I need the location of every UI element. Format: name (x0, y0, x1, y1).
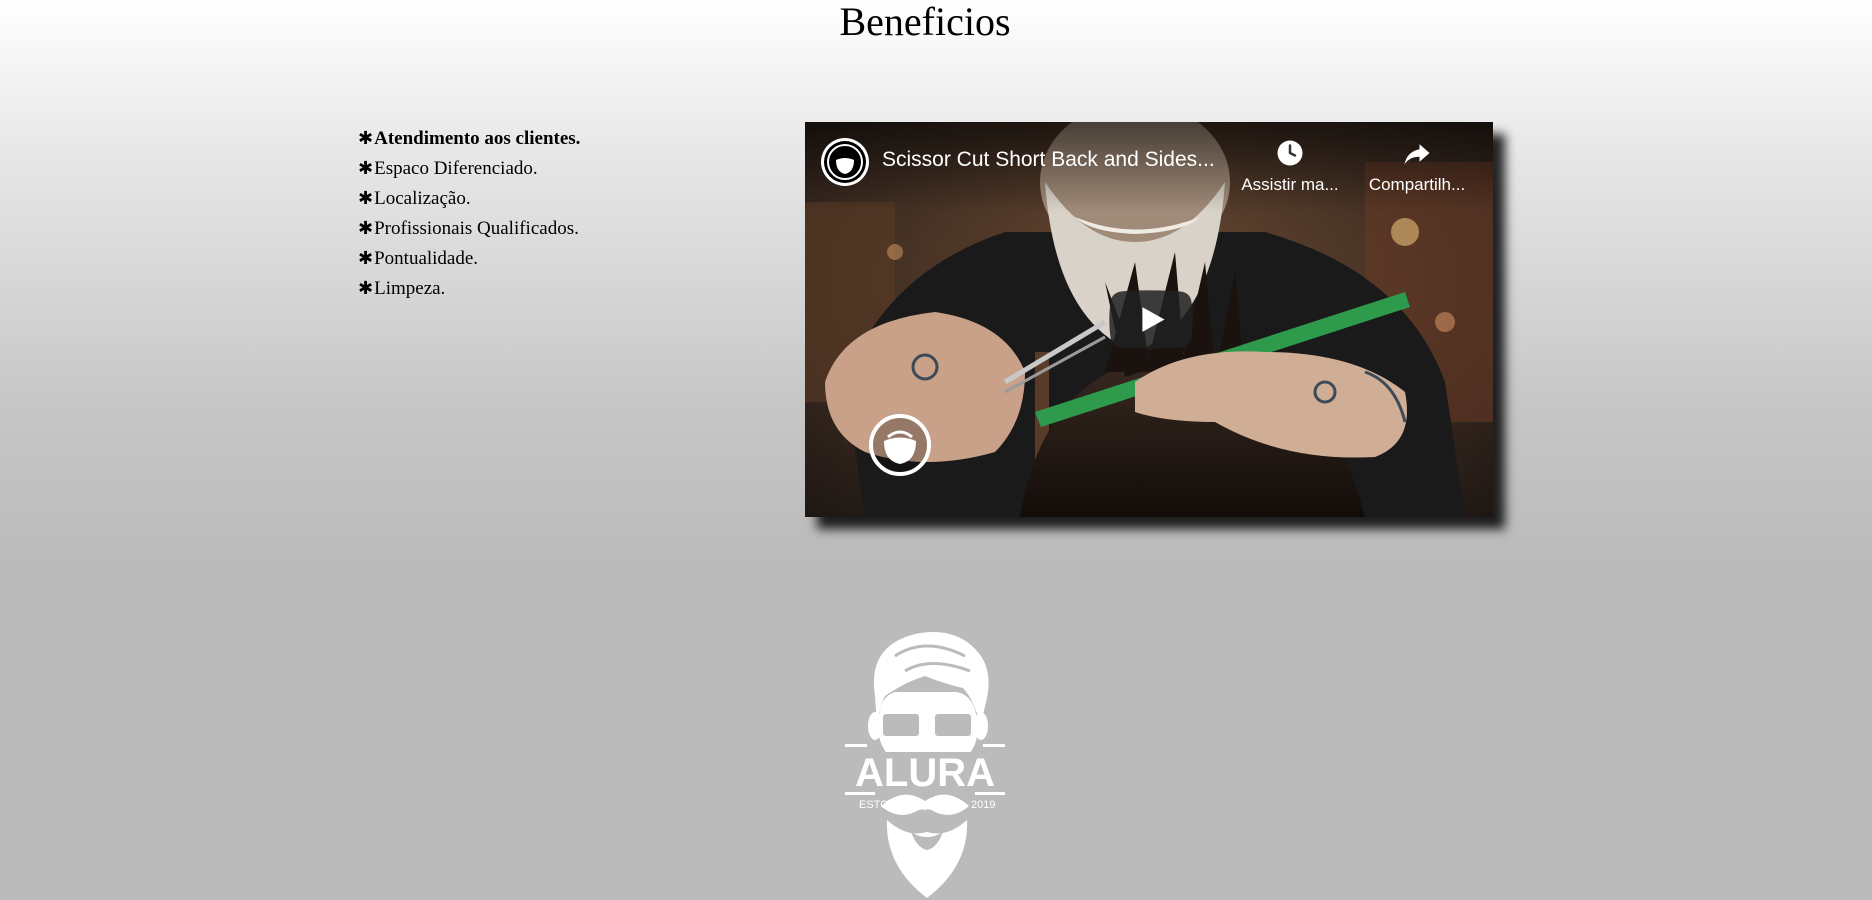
page-title: Beneficios (839, 0, 1011, 44)
list-item: ✱ Limpeza. (358, 274, 580, 304)
watch-later-button[interactable]: Assistir ma... (1235, 138, 1345, 195)
asterisk-icon: ✱ (358, 278, 374, 299)
video-embed[interactable]: Scissor Cut Short Back and Sides... Assi… (805, 122, 1493, 517)
channel-watermark-icon[interactable] (868, 413, 932, 477)
channel-avatar[interactable] (821, 138, 869, 186)
clock-icon (1277, 140, 1303, 166)
beard-logo-icon (824, 141, 866, 183)
logo-year-text: 2019 (971, 799, 995, 811)
list-item: ✱ Profissionais Qualificados. (358, 214, 580, 244)
benefits-list: ✱ Atendimento aos clientes. ✱ Espaco Dif… (358, 124, 580, 304)
list-item: ✱ Atendimento aos clientes. (358, 124, 580, 154)
play-button[interactable] (1109, 290, 1193, 349)
benefit-label: Localização. (374, 188, 471, 209)
logo-text: ALURA (855, 751, 995, 795)
share-label: Compartilh... (1368, 175, 1466, 194)
list-item: ✱ Espaco Diferenciado. (358, 154, 580, 184)
benefit-label: Pontualidade. (374, 248, 479, 269)
asterisk-icon: ✱ (358, 188, 374, 209)
share-icon (1404, 144, 1430, 165)
benefit-label: Espaco Diferenciado. (374, 158, 538, 179)
benefit-label: Atendimento aos clientes. (374, 128, 581, 149)
benefit-label: Profissionais Qualificados. (374, 218, 579, 239)
list-item: ✱ Pontualidade. (358, 244, 580, 274)
benefit-label: Limpeza. (374, 278, 446, 299)
asterisk-icon: ✱ (358, 158, 374, 179)
asterisk-icon: ✱ (358, 248, 374, 269)
list-item: ✱ Localização. (358, 184, 580, 214)
share-button[interactable]: Compartilh... (1362, 138, 1472, 195)
watch-later-label: Assistir ma... (1241, 175, 1339, 194)
asterisk-icon: ✱ (358, 128, 374, 149)
alura-barber-logo: ALURA ESTO 2019 (845, 632, 1005, 898)
asterisk-icon: ✱ (358, 218, 374, 239)
video-title[interactable]: Scissor Cut Short Back and Sides... (882, 148, 1215, 172)
